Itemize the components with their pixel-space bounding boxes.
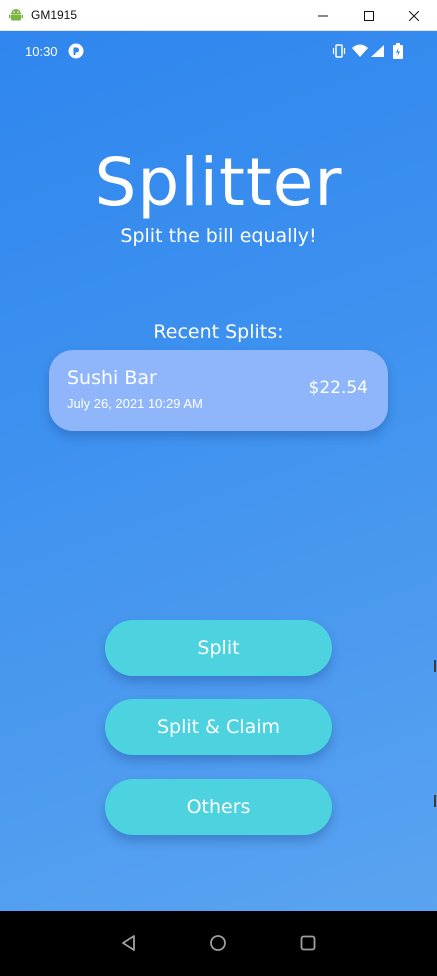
back-button[interactable] xyxy=(119,933,139,953)
window-edge-mark xyxy=(434,795,436,807)
recents-icon xyxy=(300,935,316,951)
split-date: July 26, 2021 10:29 AM xyxy=(67,396,203,411)
close-icon xyxy=(409,10,419,21)
home-button[interactable] xyxy=(208,933,228,953)
window-edge-mark xyxy=(434,660,436,672)
split-claim-button[interactable]: Split & Claim xyxy=(105,699,332,755)
status-time: 10:30 xyxy=(25,44,58,59)
close-button[interactable] xyxy=(391,0,437,31)
minimize-icon xyxy=(318,15,328,16)
recents-button[interactable] xyxy=(298,933,318,953)
app-screen: 10:30 Splitter Split the bill equally! R… xyxy=(0,31,437,911)
battery-icon xyxy=(393,43,403,59)
window-titlebar: GM1915 xyxy=(0,0,437,31)
recent-splits-heading: Recent Splits: xyxy=(153,321,284,343)
back-icon xyxy=(122,935,135,951)
split-name: Sushi Bar xyxy=(67,367,157,389)
notification-app-icon xyxy=(68,43,84,59)
maximize-icon xyxy=(364,10,374,21)
window-title: GM1915 xyxy=(31,8,78,22)
minimize-button[interactable] xyxy=(300,0,346,31)
app-title: Splitter xyxy=(94,144,343,221)
others-button[interactable]: Others xyxy=(105,779,332,835)
recent-split-card[interactable]: Sushi Bar July 26, 2021 10:29 AM $22.54 xyxy=(49,350,388,431)
wifi-icon xyxy=(352,44,368,57)
vibrate-icon xyxy=(332,44,346,58)
split-amount: $22.54 xyxy=(308,378,368,398)
signal-icon xyxy=(371,45,384,57)
split-button[interactable]: Split xyxy=(105,620,332,676)
android-nav-bar xyxy=(0,911,437,976)
maximize-button[interactable] xyxy=(346,0,392,31)
home-icon xyxy=(210,935,226,951)
app-subtitle: Split the bill equally! xyxy=(120,225,317,247)
android-icon xyxy=(8,7,24,23)
